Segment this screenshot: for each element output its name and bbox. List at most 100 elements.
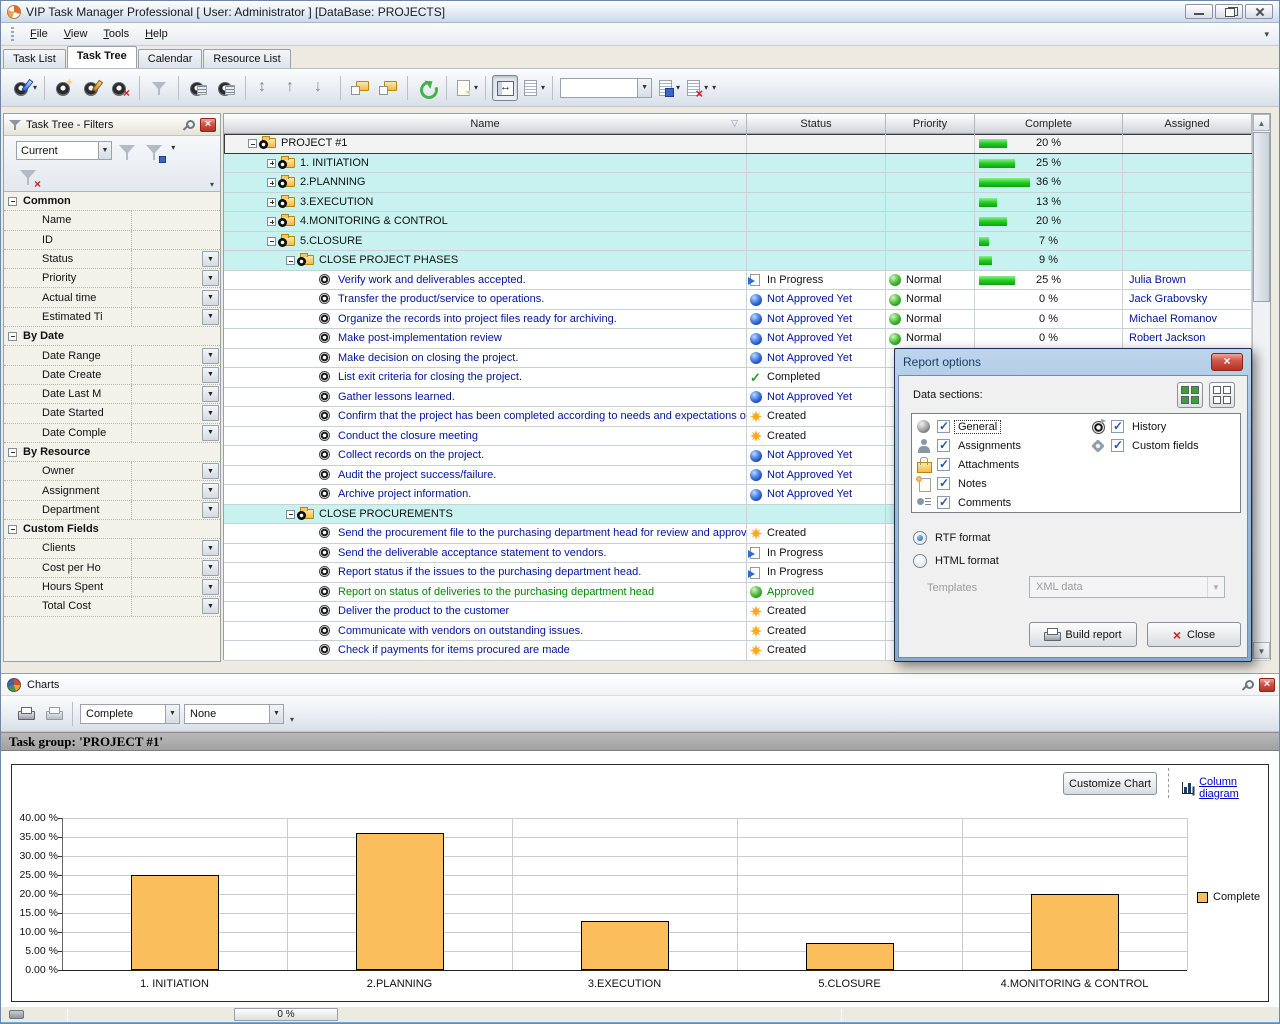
filter-section-common[interactable]: Common bbox=[4, 192, 220, 211]
checkbox-checked[interactable] bbox=[1111, 420, 1124, 433]
menubar-overflow-icon[interactable]: ▾ bbox=[1264, 29, 1269, 40]
chevron-down-icon[interactable]: ▼ bbox=[202, 560, 219, 576]
checkbox-checked[interactable] bbox=[937, 458, 950, 471]
task-row[interactable]: Make post-implementation reviewNot Appro… bbox=[224, 329, 1270, 349]
expand-icon[interactable] bbox=[267, 198, 276, 207]
expand-all-button[interactable] bbox=[375, 75, 401, 101]
group-row[interactable]: 5.CLOSURE7 % bbox=[224, 232, 1270, 252]
move-down-button[interactable] bbox=[308, 75, 334, 101]
chevron-down-icon[interactable]: ▼ bbox=[637, 79, 651, 97]
tab-task-tree[interactable]: Task Tree bbox=[67, 46, 137, 68]
tree-scrollbar[interactable]: ▲ ▼ bbox=[1252, 114, 1270, 659]
chevron-down-icon[interactable]: ▼ bbox=[98, 142, 111, 159]
refresh-button[interactable] bbox=[414, 75, 440, 101]
chevron-down-icon[interactable]: ▼ bbox=[202, 425, 219, 441]
apply-filter-button[interactable] bbox=[115, 141, 139, 163]
dialog-close-action-button[interactable]: × Close bbox=[1147, 622, 1241, 647]
tab-task-list[interactable]: Task List bbox=[3, 49, 66, 68]
checkbox-checked[interactable] bbox=[937, 439, 950, 452]
data-section-history[interactable]: History bbox=[1090, 417, 1169, 436]
column-diagram-link[interactable]: Column diagram bbox=[1182, 776, 1268, 800]
save-filter-dropdown-icon[interactable]: ▾ bbox=[171, 143, 175, 152]
group-row[interactable]: 4.MONITORING & CONTROL20 % bbox=[224, 212, 1270, 232]
chevron-down-icon[interactable]: ▾ bbox=[474, 83, 478, 92]
task-row[interactable]: Verify work and deliverables accepted.In… bbox=[224, 271, 1270, 291]
chevron-down-icon[interactable]: ▼ bbox=[202, 502, 219, 518]
filters-close-button[interactable]: × bbox=[200, 118, 216, 132]
checkbox-checked[interactable] bbox=[937, 420, 950, 433]
expand-icon[interactable] bbox=[267, 159, 276, 168]
save-filter-button[interactable] bbox=[142, 141, 166, 163]
charts-close-button[interactable]: × bbox=[1259, 678, 1275, 692]
charts-toolbar-overflow-icon[interactable]: ▾ bbox=[290, 715, 294, 724]
filter-preset-combo[interactable]: Current ▼ bbox=[16, 141, 112, 160]
print-button[interactable] bbox=[12, 701, 38, 727]
new-task-button[interactable]: ▾ bbox=[12, 75, 38, 101]
filter-tasks-button[interactable] bbox=[146, 75, 172, 101]
toolbar-overflow-icon[interactable]: ▾ bbox=[712, 83, 716, 92]
checkbox-checked[interactable] bbox=[937, 477, 950, 490]
group-row[interactable]: 2.PLANNING36 % bbox=[224, 173, 1270, 193]
chevron-down-icon[interactable]: ▼ bbox=[202, 367, 219, 383]
collapse-icon[interactable] bbox=[248, 139, 257, 148]
chart-value-combo[interactable]: Complete ▼ bbox=[80, 704, 180, 724]
column-header-assigned[interactable]: Assigned bbox=[1123, 114, 1252, 133]
expand-icon[interactable] bbox=[267, 217, 276, 226]
collapse-section-icon[interactable] bbox=[8, 197, 17, 206]
fit-width-button[interactable] bbox=[492, 75, 518, 101]
data-section-comments[interactable]: Comments bbox=[916, 493, 1014, 512]
task-details-button[interactable] bbox=[213, 75, 239, 101]
filters-toolbar-overflow-icon[interactable]: ▾ bbox=[210, 180, 214, 189]
menu-tools[interactable]: Tools bbox=[95, 25, 137, 43]
group-row[interactable]: PROJECT #120 % bbox=[224, 134, 1270, 154]
data-section-notes[interactable]: Notes bbox=[916, 474, 990, 493]
column-header-priority[interactable]: Priority bbox=[886, 114, 975, 133]
data-section-custom-fields[interactable]: Custom fields bbox=[1090, 436, 1202, 455]
move-up-button[interactable] bbox=[280, 75, 306, 101]
checkbox-checked[interactable] bbox=[937, 496, 950, 509]
menu-view[interactable]: View bbox=[56, 25, 96, 43]
group-row[interactable]: CLOSE PROJECT PHASES9 % bbox=[224, 251, 1270, 271]
delete-view-button[interactable]: ▾ bbox=[683, 75, 709, 101]
chevron-down-icon[interactable]: ▼ bbox=[202, 270, 219, 286]
chevron-down-icon[interactable]: ▼ bbox=[202, 386, 219, 402]
column-header-name[interactable]: Name▽ bbox=[224, 114, 747, 133]
collapse-all-button[interactable] bbox=[347, 75, 373, 101]
collapse-section-icon[interactable] bbox=[8, 525, 17, 534]
radio-html-format[interactable] bbox=[913, 554, 927, 568]
chevron-down-icon[interactable]: ▼ bbox=[202, 540, 219, 556]
export-button[interactable]: ▾ bbox=[453, 75, 479, 101]
templates-combo[interactable]: XML data ▼ bbox=[1029, 576, 1225, 598]
save-view-button[interactable]: ▾ bbox=[655, 75, 681, 101]
data-section-general[interactable]: General bbox=[916, 417, 1000, 436]
scroll-down-icon[interactable]: ▼ bbox=[1253, 642, 1270, 659]
scrollbar-thumb[interactable] bbox=[1253, 132, 1270, 302]
chevron-down-icon[interactable]: ▼ bbox=[202, 405, 219, 421]
chevron-down-icon[interactable]: ▼ bbox=[269, 705, 283, 723]
tab-calendar[interactable]: Calendar bbox=[138, 49, 203, 68]
group-row[interactable]: 1. INITIATION25 % bbox=[224, 154, 1270, 174]
build-report-button[interactable]: Build report bbox=[1029, 622, 1137, 647]
layout-button[interactable]: ▾ bbox=[520, 75, 546, 101]
column-header-status[interactable]: Status bbox=[747, 114, 886, 133]
close-button[interactable] bbox=[1245, 4, 1273, 19]
chevron-down-icon[interactable]: ▼ bbox=[202, 251, 219, 267]
column-header-complete[interactable]: Complete bbox=[975, 114, 1123, 133]
chart-grouping-combo[interactable]: None ▼ bbox=[184, 704, 284, 724]
menu-help[interactable]: Help bbox=[137, 25, 176, 43]
task-row[interactable]: Transfer the product/service to operatio… bbox=[224, 290, 1270, 310]
chevron-down-icon[interactable]: ▼ bbox=[202, 483, 219, 499]
pin-icon[interactable] bbox=[184, 119, 196, 131]
radio-rtf-format[interactable] bbox=[913, 531, 927, 545]
chevron-down-icon[interactable]: ▼ bbox=[202, 598, 219, 614]
collapse-section-icon[interactable] bbox=[8, 332, 17, 341]
clear-filter-button[interactable]: × bbox=[16, 166, 40, 188]
chevron-down-icon[interactable]: ▼ bbox=[202, 309, 219, 325]
collapse-section-icon[interactable] bbox=[8, 448, 17, 457]
checkbox-checked[interactable] bbox=[1111, 439, 1124, 452]
collapse-icon[interactable] bbox=[286, 510, 295, 519]
chevron-down-icon[interactable]: ▾ bbox=[676, 83, 680, 92]
task-row[interactable]: Organize the records into project files … bbox=[224, 310, 1270, 330]
data-section-assignments[interactable]: Assignments bbox=[916, 436, 1024, 455]
chevron-down-icon[interactable]: ▼ bbox=[165, 705, 179, 723]
